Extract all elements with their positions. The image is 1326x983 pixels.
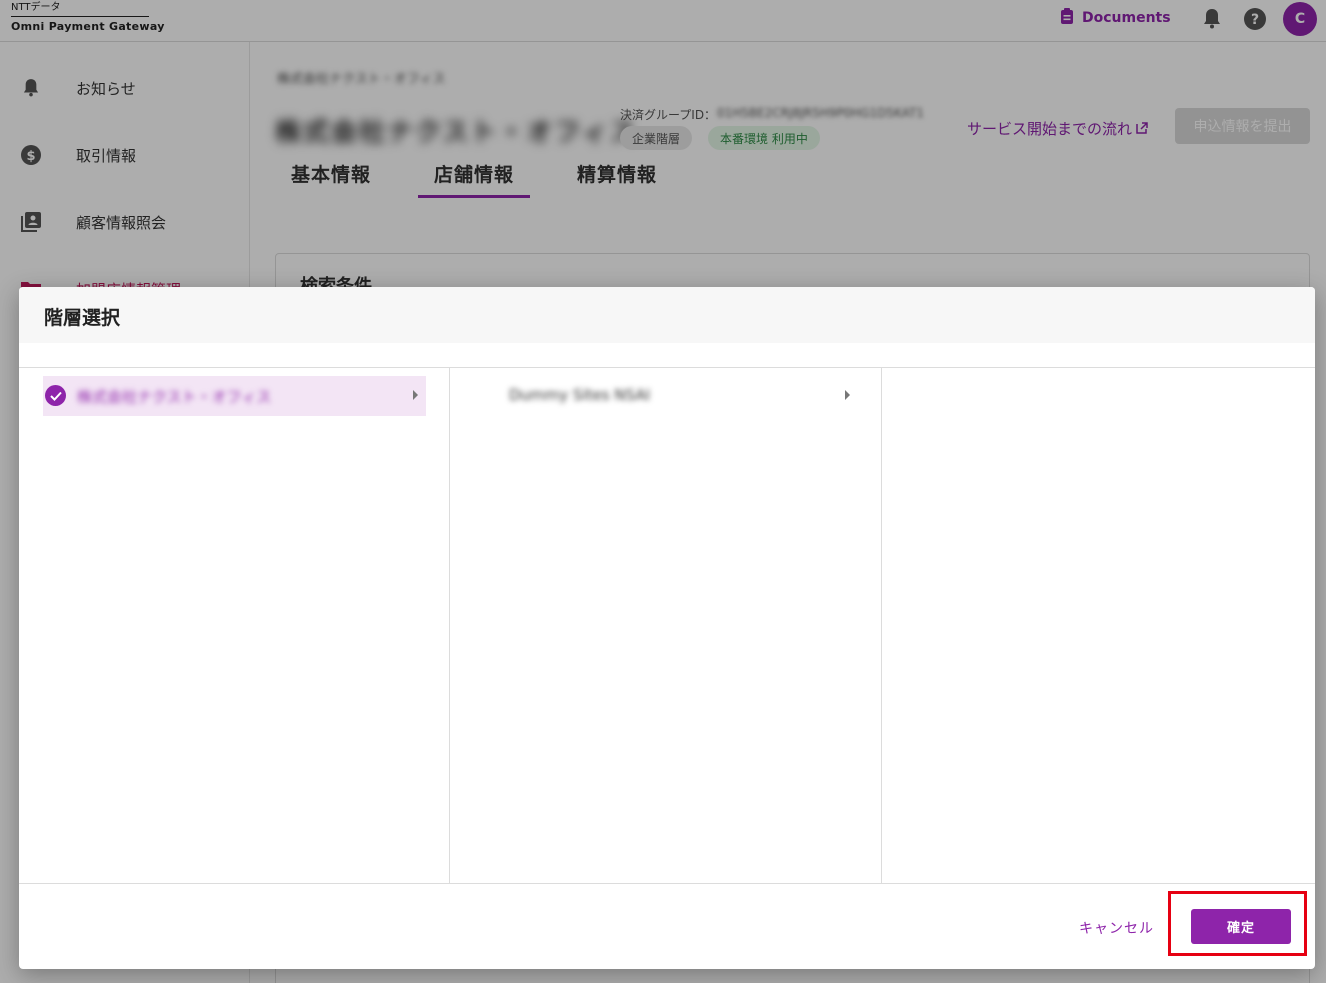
check-circle-icon [45, 385, 66, 406]
cancel-button[interactable]: キャンセル [1079, 918, 1154, 938]
hierarchy-column-1: 株式会社ナクスト・オフィス [19, 368, 450, 884]
chevron-right-icon [413, 390, 418, 400]
hierarchy-column-2: Dummy Sites NSAI [451, 368, 882, 884]
hierarchy-node-label: Dummy Sites NSAI [509, 386, 651, 404]
chevron-right-icon [845, 390, 850, 400]
dialog-title: 階層選択 [44, 307, 121, 329]
hierarchy-node[interactable]: Dummy Sites NSAI [475, 376, 858, 416]
hierarchy-columns: 株式会社ナクスト・オフィス Dummy Sites NSAI [19, 367, 1315, 884]
hierarchy-select-dialog: 階層選択 株式会社ナクスト・オフィス Dummy Sites NSAI キャンセ… [19, 287, 1315, 969]
hierarchy-column-3 [883, 368, 1315, 884]
hierarchy-node-label: 株式会社ナクスト・オフィス [77, 388, 272, 406]
confirm-button[interactable]: 確定 [1191, 909, 1291, 944]
hierarchy-node-selected[interactable]: 株式会社ナクスト・オフィス [43, 376, 426, 416]
dialog-header: 階層選択 [19, 287, 1315, 343]
